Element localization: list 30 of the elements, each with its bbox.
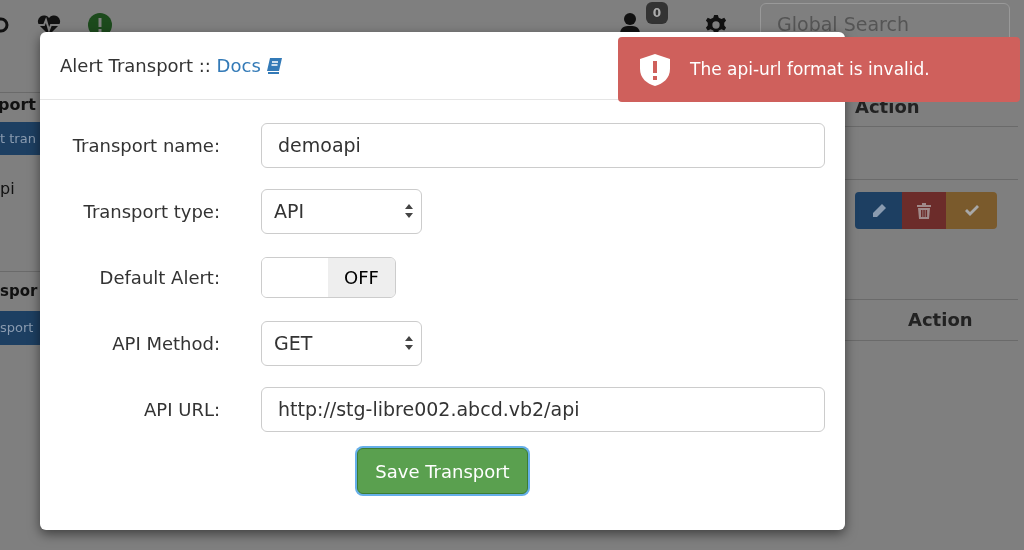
- field-label: Transport type:: [82, 199, 220, 224]
- table-button[interactable]: t tran: [0, 122, 40, 155]
- toggle-switch[interactable]: OFF: [261, 256, 396, 298]
- shield-alert-icon: [640, 53, 670, 86]
- column-header: port: [0, 95, 36, 115]
- column-header: spor: [0, 281, 38, 302]
- docs-link[interactable]: Docs: [216, 52, 261, 79]
- select-field[interactable]: API: [261, 188, 422, 234]
- edit-button[interactable]: [855, 192, 902, 229]
- field-label: Default Alert:: [98, 265, 220, 290]
- delete-button[interactable]: [902, 192, 946, 229]
- text-field[interactable]: http://stg-libre002.abcd.vb2/api: [261, 386, 825, 432]
- toggle-state-label: OFF: [328, 257, 395, 297]
- column-header: Action: [908, 308, 974, 332]
- notification-badge: 0: [646, 2, 668, 24]
- pencil-icon: [870, 202, 887, 219]
- text-field[interactable]: demoapi: [261, 122, 825, 168]
- check-icon: [963, 204, 980, 217]
- sort-icon: [405, 336, 413, 350]
- field-label: Transport name:: [71, 133, 220, 158]
- table-cell-text: pi: [0, 178, 15, 200]
- field-label: API Method:: [111, 331, 220, 356]
- modal-title: Alert Transport ::: [60, 54, 212, 78]
- field-label: API URL:: [143, 397, 220, 422]
- select-field[interactable]: GET: [261, 320, 422, 366]
- sort-icon: [405, 204, 413, 218]
- trash-icon: [917, 202, 931, 219]
- table-button[interactable]: sport: [0, 310, 40, 345]
- toast-message: The api-url format is invalid.: [690, 57, 930, 81]
- book-icon: [266, 57, 282, 74]
